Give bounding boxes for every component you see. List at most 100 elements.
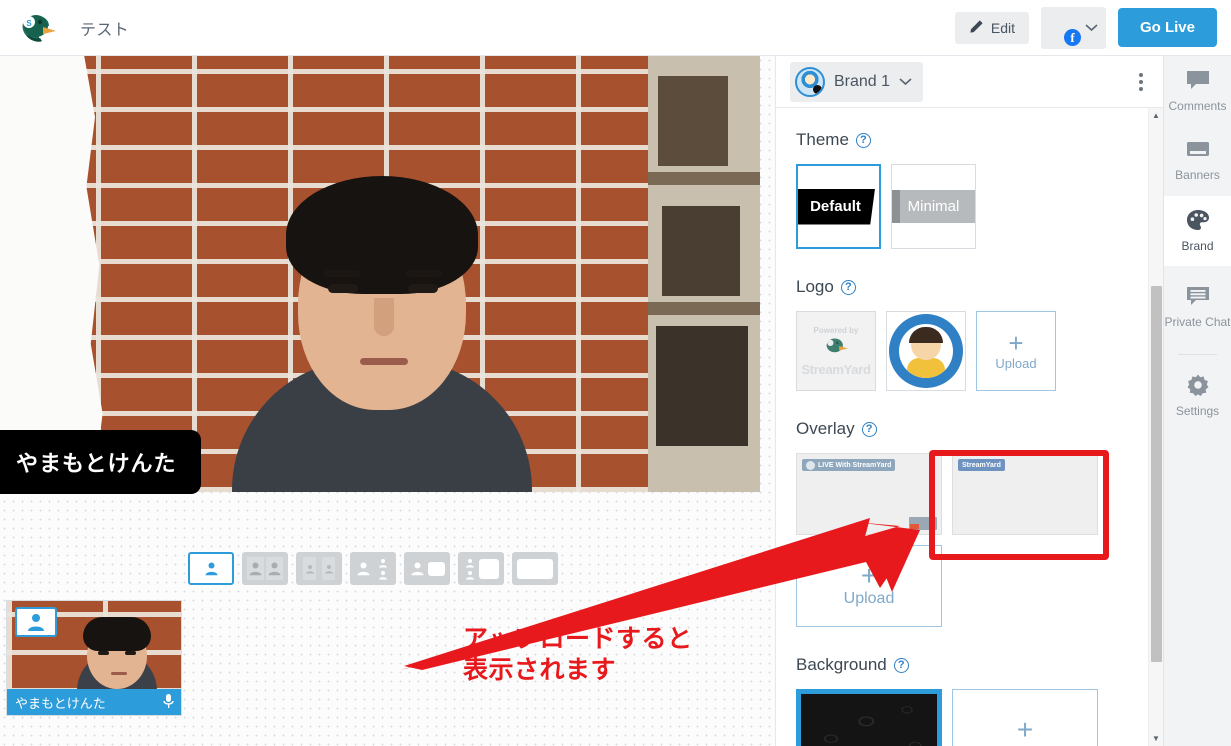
go-live-button[interactable]: Go Live <box>1117 8 1217 47</box>
background-options: + <box>796 689 1143 746</box>
edit-button-label: Edit <box>990 19 1015 36</box>
rail-item-comments[interactable]: Comments <box>1164 56 1231 126</box>
participant-name-bar: やまもとけんた <box>7 689 181 715</box>
person-icon <box>355 557 372 580</box>
brand-panel: Brand 1 Theme ? Default Minimal Logo ? P… <box>775 56 1163 746</box>
logo-streamyard[interactable]: Powered by StreamYard <box>796 311 876 391</box>
person-icon <box>409 557 426 580</box>
layout-screen-only[interactable] <box>512 552 558 585</box>
theme-minimal-label: Minimal <box>892 190 975 223</box>
person-icon <box>303 557 316 580</box>
person-icon-group <box>374 557 391 580</box>
rail-label-settings: Settings <box>1175 404 1220 418</box>
layout-one-plus-two[interactable] <box>350 552 396 585</box>
layout-solo[interactable] <box>188 552 234 585</box>
main-video-feed[interactable] <box>0 56 760 492</box>
layout-two-small-screen[interactable] <box>458 552 504 585</box>
name-tag-overlay: やまもとけんた <box>0 430 201 494</box>
theme-default-label: Default <box>798 188 875 225</box>
duck-logo-icon <box>823 336 849 361</box>
logo-marketing-hero[interactable] <box>886 311 966 391</box>
more-vertical-icon[interactable] <box>1133 67 1149 97</box>
background-title-label: Background <box>796 655 887 674</box>
rail-label-banners: Banners <box>1175 168 1220 182</box>
palette-icon <box>1186 209 1210 234</box>
triangle-up-icon[interactable]: ▲ <box>1149 111 1163 120</box>
background-upload-button[interactable]: + <box>952 689 1098 746</box>
overlay-title-label: Overlay <box>796 419 855 438</box>
rail-item-settings[interactable]: Settings <box>1164 361 1231 431</box>
logo-title-label: Logo <box>796 277 834 296</box>
avatar: f <box>1045 11 1081 46</box>
layout-two-split[interactable] <box>242 552 288 585</box>
header-actions: Edit f Go Live <box>954 6 1217 49</box>
screen-icon <box>517 558 553 579</box>
account-switcher[interactable]: f <box>1040 6 1106 49</box>
studio-stage: やまもとけんた やまもとけんた <box>0 56 775 746</box>
brand-panel-header: Brand 1 <box>776 56 1163 108</box>
panel-scrollbar[interactable]: ▲ ▼ <box>1148 108 1163 746</box>
logo-upload-button[interactable]: + Upload <box>976 311 1056 391</box>
overlay-live-with-streamyard[interactable]: LIVE With StreamYard <box>796 453 942 535</box>
triangle-down-icon[interactable]: ▼ <box>1149 734 1163 743</box>
gear-icon <box>1187 374 1209 399</box>
brand-selector[interactable]: Brand 1 <box>790 61 924 102</box>
chevron-down-icon <box>899 73 912 91</box>
overlay-options: LIVE With StreamYard StreamYard + Upload <box>796 453 1143 627</box>
edit-button[interactable]: Edit <box>954 11 1029 44</box>
chevron-down-icon <box>1085 19 1098 37</box>
duck-logo-icon <box>806 460 815 470</box>
question-mark-icon[interactable]: ? <box>840 279 856 295</box>
wall-left <box>0 56 103 492</box>
person-icon <box>322 557 335 580</box>
layout-person-screen[interactable] <box>404 552 450 585</box>
brand-name-label: Brand 1 <box>834 72 891 90</box>
theme-section-title: Theme ? <box>796 130 1143 150</box>
rail-label-private-chat: Private Chat <box>1164 315 1231 329</box>
overlay-pill: LIVE With StreamYard <box>802 459 896 471</box>
logo-powered-by-label: Powered by <box>813 325 859 335</box>
right-tab-rail: Comments Banners Brand Private Chat Sett… <box>1163 56 1231 746</box>
svg-text:S: S <box>26 19 32 28</box>
logo-streamyard-label: StreamYard <box>801 361 871 377</box>
question-mark-icon[interactable]: ? <box>855 132 871 148</box>
theme-option-default[interactable]: Default <box>796 164 881 249</box>
overlay-streamyard[interactable]: StreamYard <box>952 453 1098 535</box>
question-mark-icon[interactable]: ? <box>861 421 877 437</box>
chat-lines-icon <box>1186 285 1210 310</box>
layout-two-cards[interactable] <box>296 552 342 585</box>
rail-item-brand[interactable]: Brand <box>1164 196 1231 266</box>
theme-options: Default Minimal <box>796 164 1143 249</box>
rail-label-brand: Brand <box>1181 239 1214 253</box>
shelf-background <box>648 56 760 492</box>
brand-avatar <box>795 66 825 97</box>
scrollbar-thumb[interactable] <box>1151 286 1162 662</box>
streamyard-studio: S テスト Edit f Go Live やまもとけんた やまもとけんた Bra… <box>0 0 1231 746</box>
duck-logo-icon[interactable]: S <box>18 10 58 46</box>
question-mark-icon[interactable]: ? <box>893 657 909 673</box>
overlay-upload-label: Upload <box>843 590 895 607</box>
participant-name: やまもとけんた <box>15 695 106 711</box>
theme-option-minimal[interactable]: Minimal <box>891 164 976 249</box>
participant-tile[interactable]: やまもとけんた <box>6 600 182 716</box>
screen-icon <box>428 561 445 576</box>
microphone-icon[interactable] <box>162 693 175 712</box>
overlay-upload-button[interactable]: + Upload <box>796 545 942 627</box>
screen-icon <box>479 558 499 579</box>
comment-icon <box>1186 69 1210 94</box>
rail-item-banners[interactable]: Banners <box>1164 126 1231 196</box>
pencil-icon <box>969 19 984 37</box>
participant-layout-badge[interactable] <box>15 607 57 637</box>
logo-options: Powered by StreamYard + Upload <box>796 311 1143 391</box>
person-icon <box>247 557 264 580</box>
person-on-camera <box>232 176 532 492</box>
rail-item-private-chat[interactable]: Private Chat <box>1164 266 1231 348</box>
background-dark-leaves[interactable] <box>796 689 942 746</box>
overlay-corner-badge <box>909 517 937 530</box>
overlay-pill-label: StreamYard <box>962 461 1001 469</box>
person-icon-group <box>463 557 477 580</box>
background-section-title: Background ? <box>796 655 1143 675</box>
logo-hero-graphic <box>889 314 963 388</box>
overlay-section-title: Overlay ? <box>796 419 1143 439</box>
brand-panel-content: Theme ? Default Minimal Logo ? Powered b… <box>776 108 1163 746</box>
